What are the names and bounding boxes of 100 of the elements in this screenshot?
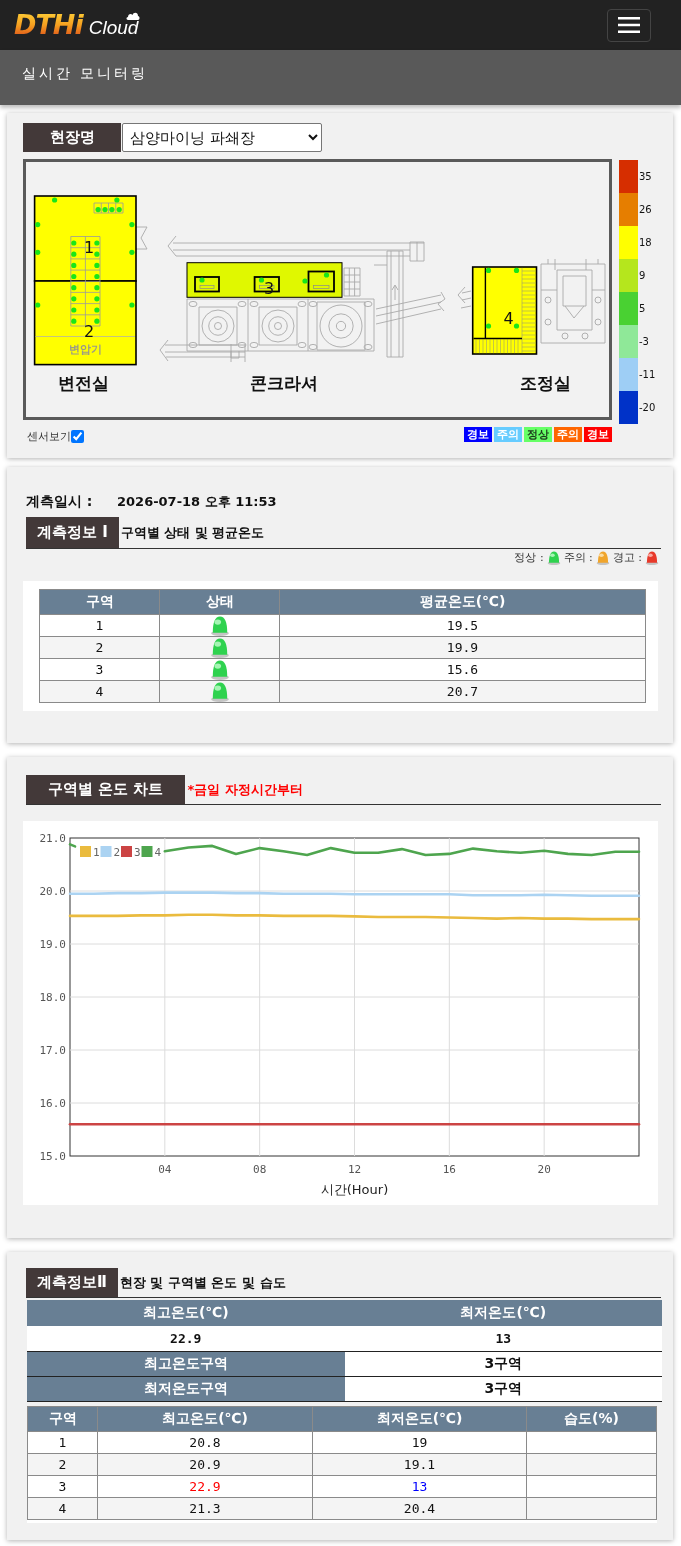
sensor-toggle-label: 센서보기 [27, 429, 71, 444]
axis-tick-label: 19.0 [39, 938, 66, 951]
sensor-dot-icon [94, 262, 100, 268]
sensor-dot-icon [94, 251, 100, 257]
status-badge: 경보 [464, 427, 492, 442]
column-header: 최고온도(℃) [97, 1406, 313, 1431]
table-cell: 19.9 [279, 636, 646, 659]
column-header: 최저온도(℃) [344, 1300, 662, 1326]
table-cell: 21.3 [97, 1497, 313, 1519]
conveyor-drawing [375, 291, 446, 325]
sensor-dot-icon [71, 251, 77, 257]
sensor-dot-icon [94, 318, 100, 324]
room-label: 콘크라셔 [249, 373, 318, 393]
axis-tick-label: 08 [253, 1163, 267, 1176]
sensor-dot-icon [71, 285, 77, 291]
sensor-dot-icon [35, 302, 41, 308]
status-key-label: 경고 : [612, 550, 642, 565]
scale-label: -3 [639, 336, 649, 347]
room-label: 변전실 [58, 373, 109, 393]
status-badge: 주의 [554, 427, 582, 442]
table-cell: 2 [27, 1453, 98, 1475]
sensor-dot-icon [302, 278, 308, 284]
status-key-label: 정상 : [514, 550, 544, 565]
sensor-dot-icon [71, 307, 77, 313]
table-cell: 3 [27, 1475, 98, 1497]
zone-label: 1 [83, 238, 95, 257]
legend-label: 1 [93, 846, 100, 859]
axis-tick-label: 21.0 [39, 832, 66, 845]
sensor-checkbox[interactable] [71, 430, 84, 443]
column-header: 습도(%) [526, 1406, 657, 1431]
column-header: 구역 [27, 1406, 98, 1431]
table-cell: 1 [39, 614, 160, 637]
table-cell: 13 [344, 1326, 662, 1351]
cloud-icon [126, 12, 141, 20]
sensor-dot-icon [114, 197, 120, 203]
column-header: 최저온도(℃) [312, 1406, 527, 1431]
sensor-dot-icon [129, 222, 135, 228]
table-cell: 22.9 [97, 1475, 313, 1497]
legend-label: 2 [113, 846, 121, 859]
menu-icon [618, 17, 640, 33]
menu-button[interactable] [607, 8, 651, 42]
equipment-label: 변압기 [68, 343, 102, 356]
sensor-dot-icon [71, 318, 77, 324]
chart-note: *금일 자정시간부터 [187, 780, 303, 799]
sensor-dot-icon [485, 267, 492, 273]
table-cell: 3구역 [344, 1351, 662, 1376]
table-cell: 2 [39, 636, 160, 659]
sensor-dot-icon [35, 222, 41, 228]
table-cell: 20.9 [97, 1453, 313, 1475]
row-header: 최저온도구역 [27, 1376, 345, 1401]
axis-tick-label: 16.0 [39, 1097, 66, 1110]
status-key-label: 주의 : [563, 550, 593, 565]
status-badge: 주의 [494, 427, 522, 442]
sensor-dot-icon [94, 240, 100, 246]
table-cell: 20.8 [97, 1431, 313, 1453]
table-cell: 4 [39, 680, 160, 703]
sensor-dot-icon [35, 249, 41, 255]
scale-label: 26 [639, 204, 652, 215]
table-cell: 19.1 [312, 1453, 527, 1475]
axis-tick-label: 15.0 [39, 1150, 66, 1163]
table-cell: 1 [27, 1431, 98, 1453]
logo-subtext: Cloud [88, 17, 139, 39]
table-cell: 15.6 [279, 658, 646, 681]
sensor-dot-icon [485, 323, 492, 329]
sensor-dot-icon [71, 262, 77, 268]
table-cell: 4 [27, 1497, 98, 1519]
sensor-dot-icon [513, 267, 520, 273]
axis-tick-label: 20 [537, 1163, 551, 1176]
time-label: 계측일시 : [26, 493, 94, 511]
sensor-dot-icon [129, 302, 135, 308]
axis-tick-label: 18.0 [39, 991, 66, 1004]
table-cell: 22.9 [27, 1326, 345, 1351]
scale-label: 9 [639, 270, 646, 281]
zone-label: 2 [83, 322, 95, 341]
table-cell: 20.4 [312, 1497, 527, 1519]
site-label: 현장명 [23, 123, 121, 152]
section-subtitle: 현장 및 구역별 온도 및 습도 [119, 1273, 286, 1292]
sensor-dot-icon [513, 323, 520, 329]
axis-title: 시간(Hour) [320, 1182, 389, 1197]
sensor-dot-icon [52, 197, 58, 203]
section-title: 계측정보Ⅱ [26, 1268, 118, 1297]
sensor-dot-icon [199, 277, 205, 283]
zone-label: 4 [503, 309, 514, 328]
scale-label: 35 [639, 171, 652, 182]
site-select[interactable]: 삼양마이닝 파쇄장 [122, 123, 322, 152]
sensor-dot-icon [129, 249, 135, 255]
column-header: 최고온도(℃) [27, 1300, 345, 1326]
section-title: 계측정보 Ⅰ [26, 517, 119, 548]
axis-tick-label: 12 [347, 1163, 362, 1176]
sensor-dot-icon [94, 307, 100, 313]
conveyor-drawing [457, 286, 472, 309]
table-cell: 13 [312, 1475, 527, 1497]
section-subtitle: 구역별 상태 및 평균온도 [120, 523, 265, 542]
scale-label: -11 [639, 369, 656, 380]
column-header: 구역 [39, 589, 160, 615]
door-drawing [135, 226, 148, 250]
table-cell: 3구역 [344, 1376, 662, 1401]
table-cell: 3 [39, 658, 160, 681]
legend-label: 4 [154, 846, 162, 859]
equipment-frame [194, 276, 220, 293]
